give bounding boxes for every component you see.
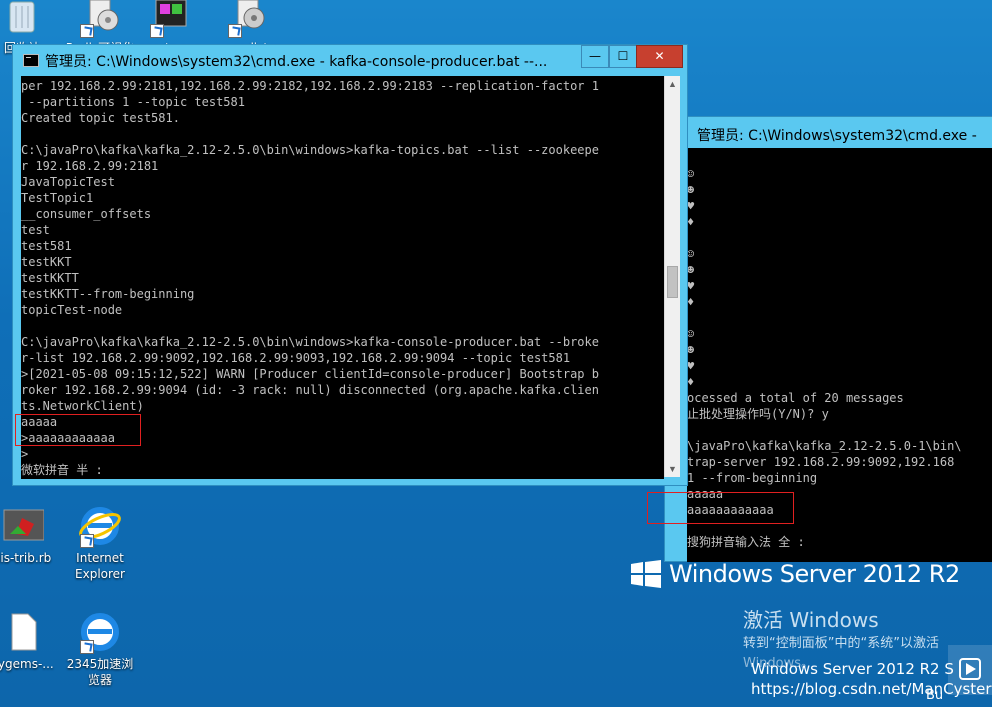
os-name-watermark: Windows Server 2012 R2: [669, 560, 960, 588]
browser-2345-icon: [78, 610, 122, 654]
console-line: 1 --from-beginning: [687, 471, 818, 485]
console-line: ♥: [687, 199, 695, 213]
console-line: testKKTT--from-beginning: [21, 287, 195, 301]
console-line: ♥: [687, 359, 695, 373]
shortcut-arrow-icon: [80, 640, 94, 654]
close-button[interactable]: ✕: [636, 45, 683, 68]
console-line: TestTopic1: [21, 191, 94, 205]
console-line: >: [21, 447, 29, 461]
console-line: ☻: [687, 343, 695, 357]
console-line: per 192.168.2.99:2181,192.168.2.99:2182,…: [21, 79, 599, 93]
console-line: trap-server 192.168.2.99:9092,192.168: [687, 455, 955, 469]
scroll-up-arrow-icon[interactable]: ▲: [665, 76, 680, 92]
media-play-icon[interactable]: [948, 645, 992, 695]
maximize-button[interactable]: ☐: [609, 45, 637, 68]
scrollbar-thumb[interactable]: [667, 266, 678, 298]
icon-label: dis-trib.rb: [0, 551, 52, 565]
shortcut-arrow-icon: [80, 24, 94, 38]
icon-label: 2345加速浏览器: [66, 657, 134, 687]
vs-redist-icon: [226, 0, 270, 38]
console-line: test: [21, 223, 50, 237]
console-line: ♦: [687, 375, 695, 389]
icon-label: pygems-...: [0, 657, 54, 671]
icon-label: Internet Explorer: [75, 551, 125, 581]
console-line: ☺: [687, 247, 695, 261]
redis-viewer-icon: [78, 0, 122, 38]
window-title: 管理员: C:\Windows\system32\cmd.exe -: [697, 128, 977, 144]
console-line: JavaTopicTest: [21, 175, 115, 189]
file-icon: [0, 610, 44, 654]
console-line: topicTest-node: [21, 303, 123, 317]
vertical-scrollbar[interactable]: ▲ ▼: [664, 76, 680, 477]
recycle-bin-icon: [0, 0, 44, 38]
shortcut-arrow-icon: [80, 534, 94, 548]
console-line: \javaPro\kafka\kafka_2.12-2.5.0-1\bin\: [687, 439, 962, 453]
console-line: 搜狗拼音输入法 全 :: [687, 535, 805, 549]
desktop-icon-2345-browser[interactable]: 2345加速浏览器: [64, 610, 136, 688]
console-line: ☻: [687, 263, 695, 277]
console-line: C:\javaPro\kafka\kafka_2.12-2.5.0\bin\wi…: [21, 143, 599, 157]
console-line: ☺: [687, 167, 695, 181]
console-line: >[2021-05-08 09:15:12,522] WARN [Produce…: [21, 367, 599, 381]
minimize-button[interactable]: —: [581, 45, 609, 68]
console-line: ts.NetworkClient): [21, 399, 144, 413]
console-line: 微软拼音 半 :: [21, 463, 103, 477]
console-line: testKKT: [21, 255, 72, 269]
console-line: Created topic test581.: [21, 111, 180, 125]
exe-icon: [148, 0, 192, 38]
console-line: test581: [21, 239, 72, 253]
activate-windows-title: 激活 Windows: [743, 608, 879, 632]
shortcut-arrow-icon: [228, 24, 242, 38]
desktop-icon-ie[interactable]: Internet Explorer: [64, 504, 136, 582]
consumer-highlight-box: [647, 492, 794, 524]
console-line: C:\javaPro\kafka\kafka_2.12-2.5.0\bin\wi…: [21, 335, 599, 349]
scroll-down-arrow-icon[interactable]: ▼: [665, 461, 680, 477]
desktop-icon-file[interactable]: pygems-...: [0, 610, 58, 672]
window-titlebar[interactable]: 管理员: C:\Windows\system32\cmd.exe -: [665, 117, 992, 147]
console-line: ♦: [687, 295, 695, 309]
window-titlebar[interactable]: 管理员: C:\Windows\system32\cmd.exe - kafka…: [13, 45, 687, 75]
console-line: --partitions 1 --topic test581: [21, 95, 245, 109]
console-line: ☺: [687, 327, 695, 341]
console-line: testKKTT: [21, 271, 79, 285]
producer-highlight-box: [15, 414, 141, 446]
cmd-icon: [23, 54, 39, 67]
console-line: r-list 192.168.2.99:9092,192.168.2.99:90…: [21, 351, 571, 365]
shortcut-arrow-icon: [150, 24, 164, 38]
ie-icon: [78, 504, 122, 548]
windows-logo-icon: [631, 560, 661, 588]
ruby-file-icon: [0, 504, 45, 548]
build-watermark-2: Bu: [926, 688, 944, 703]
console-line: roker 192.168.2.99:9094 (id: -3 rack: nu…: [21, 383, 599, 397]
console-line: ☻: [687, 183, 695, 197]
console-line: __consumer_offsets: [21, 207, 152, 221]
window-title: 管理员: C:\Windows\system32\cmd.exe - kafka…: [45, 54, 548, 70]
console-line: r 192.168.2.99:2181: [21, 159, 159, 173]
desktop-icon-ruby-file[interactable]: dis-trib.rb: [0, 504, 58, 566]
console-line: 止批处理操作吗(Y/N)? y: [687, 407, 829, 421]
console-line: ♦: [687, 215, 695, 229]
console-line: ♥: [687, 279, 695, 293]
console-line: ocessed a total of 20 messages: [687, 391, 904, 405]
activate-windows-subtitle: 转到“控制面板”中的“系统”以激活: [743, 636, 939, 651]
build-watermark: Windows Server 2012 R2 S: [751, 660, 954, 678]
